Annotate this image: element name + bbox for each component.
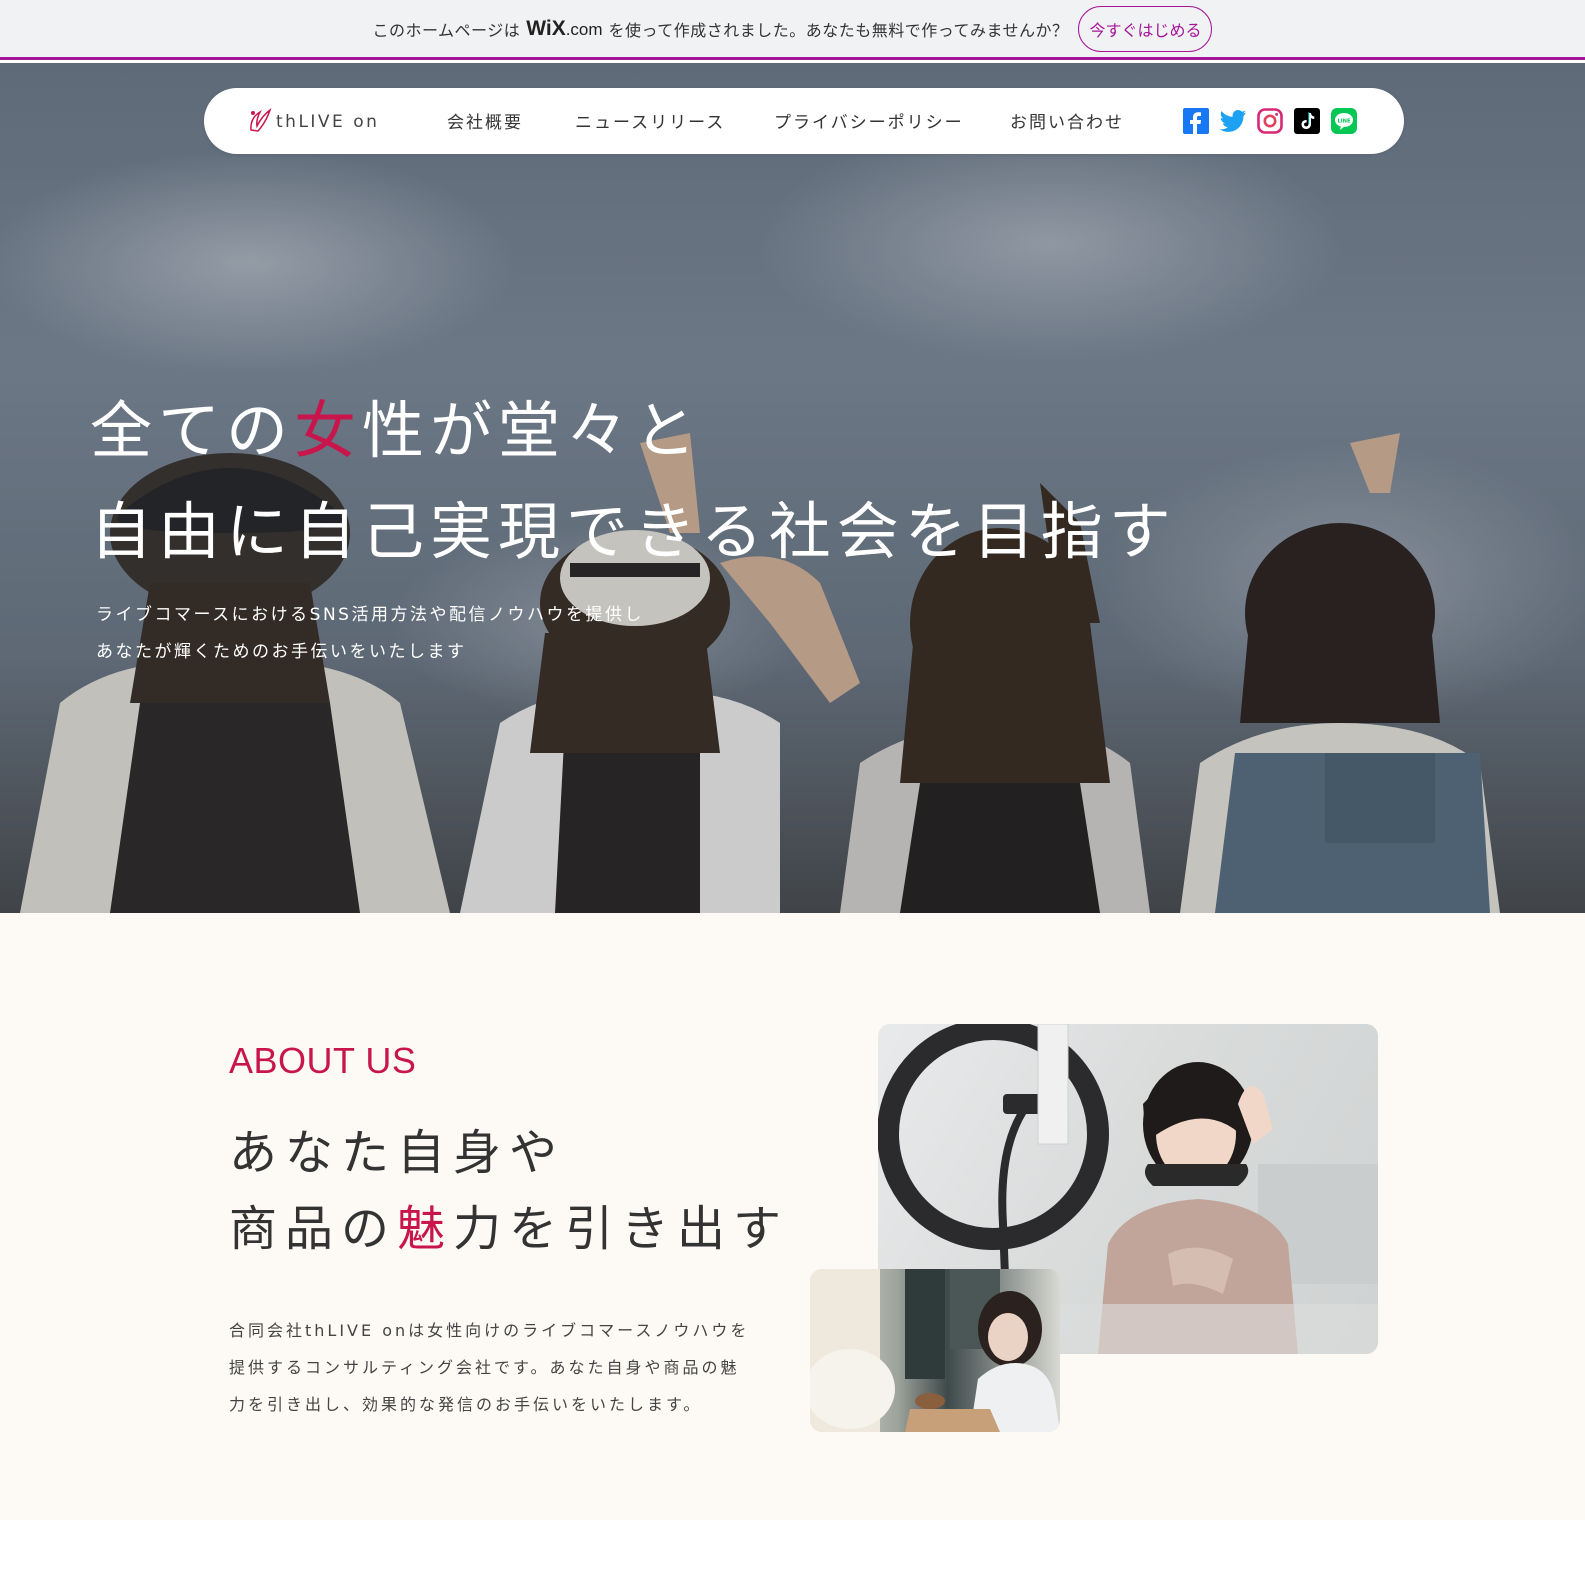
start-now-button[interactable]: 今すぐはじめる (1078, 5, 1213, 52)
about-heading-line-2: 商品の魅力を引き出す (229, 1189, 789, 1259)
about-body-line-3: 力を引き出し、効果的な発信のお手伝いをいたします。 (229, 1395, 703, 1414)
hero-subtitle-line-2: あなたが輝くためのお手伝いをいたします (96, 642, 467, 662)
about-body-line-1: 合同会社thLIVE onは女性向けのライブコマースノウハウを (229, 1321, 750, 1340)
nav-item-company-overview[interactable]: 会社概要 (447, 108, 523, 133)
hero-title-line-2: 自由に自己実現できる社会を目指す (90, 495, 1177, 568)
cafe-scene-illustration (810, 1269, 1060, 1432)
twitter-icon[interactable] (1220, 108, 1246, 134)
about-heading-2a: 商品の (229, 1201, 398, 1257)
about-us-label: ABOUT US (229, 1040, 417, 1081)
wing-logo-icon (250, 107, 272, 132)
about-body-line-2: 提供するコンサルティング会社です。あなた自身や商品の魅 (229, 1358, 740, 1377)
cafe-photo (810, 1269, 1060, 1432)
wix-logo-suffix: .com (565, 19, 603, 39)
wix-banner-text-before: このホームページは (372, 20, 521, 40)
nav-item-news-release[interactable]: ニュースリリース (575, 108, 725, 133)
wix-banner-text-after: を使って作成されました。あなたも無料で作ってみませんか？ (608, 20, 1069, 40)
wix-logo-main: WiX (526, 16, 566, 40)
about-section: ABOUT US あなた自身や 商品の魅力を引き出す 合同会社thLIVE on… (0, 913, 1585, 1520)
hero-title-line-1: 全ての女性が堂々と (90, 380, 702, 470)
brand-logo[interactable]: thLIVE on (248, 104, 379, 134)
hero-subtitle-line-1: ライブコマースにおけるSNS活用方法や配信ノウハウを提供し (96, 605, 644, 625)
brand-name: thLIVE on (276, 112, 380, 132)
instagram-icon[interactable] (1257, 108, 1283, 134)
hero-section: thLIVE on 会社概要 ニュースリリース プライバシーポリシー お問い合わ… (0, 63, 1585, 913)
hero-title-1b: 性が堂々と (362, 394, 703, 467)
about-heading-2b: 力を引き出す (453, 1201, 790, 1257)
wix-promo-banner: このホームページは WiX.com を使って作成されました。あなたも無料で作って… (0, 0, 1585, 60)
svg-text:LINE: LINE (1337, 118, 1351, 124)
tiktok-icon[interactable] (1294, 108, 1320, 134)
wix-logo: WiX.com (526, 17, 602, 41)
hero-title-1-accent: 女 (294, 394, 363, 467)
facebook-icon[interactable] (1183, 108, 1209, 134)
about-heading-2-accent: 魅 (397, 1201, 454, 1257)
about-heading-line-1: あなた自身や (229, 1125, 566, 1181)
nav-item-privacy-policy[interactable]: プライバシーポリシー (774, 108, 964, 133)
nav-item-contact[interactable]: お問い合わせ (1010, 108, 1124, 133)
line-icon[interactable]: LINE (1331, 108, 1357, 134)
main-navigation: thLIVE on 会社概要 ニュースリリース プライバシーポリシー お問い合わ… (204, 88, 1404, 154)
hero-title-1a: 全ての (90, 394, 295, 467)
